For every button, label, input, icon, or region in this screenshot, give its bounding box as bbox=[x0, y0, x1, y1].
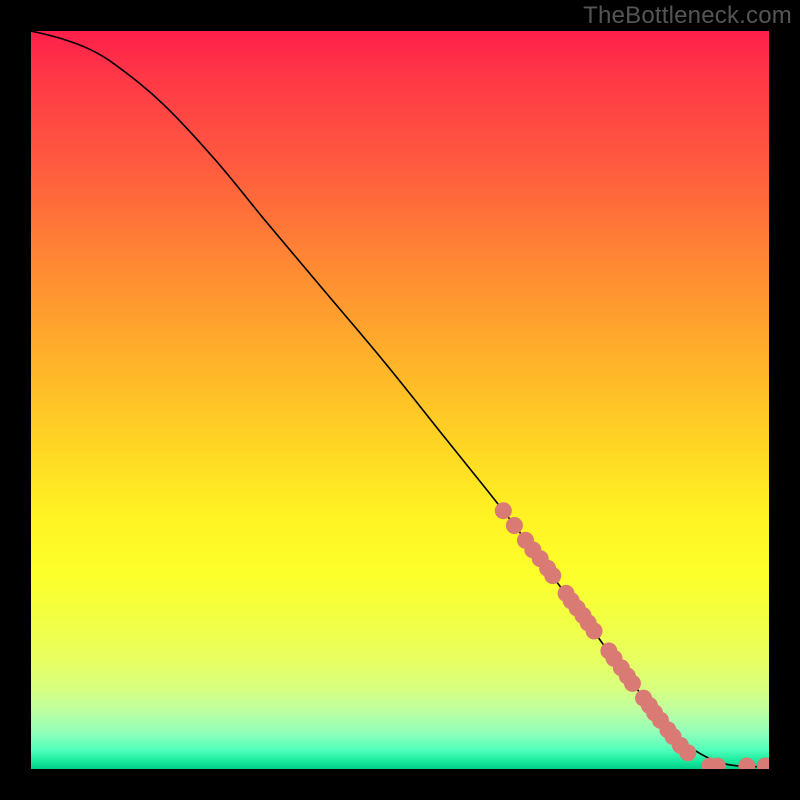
sample-point bbox=[738, 758, 755, 769]
sample-point bbox=[506, 517, 523, 534]
chart-svg bbox=[31, 31, 769, 769]
sample-point bbox=[757, 758, 769, 769]
sample-point bbox=[586, 622, 603, 639]
sample-point bbox=[679, 744, 696, 761]
sample-points-group bbox=[495, 502, 769, 769]
bottleneck-curve bbox=[31, 31, 769, 767]
sample-point bbox=[544, 567, 561, 584]
chart-plot-area bbox=[31, 31, 769, 769]
chart-frame: TheBottleneck.com bbox=[0, 0, 800, 800]
sample-point bbox=[495, 502, 512, 519]
watermark-text: TheBottleneck.com bbox=[583, 2, 792, 30]
sample-point bbox=[624, 675, 641, 692]
